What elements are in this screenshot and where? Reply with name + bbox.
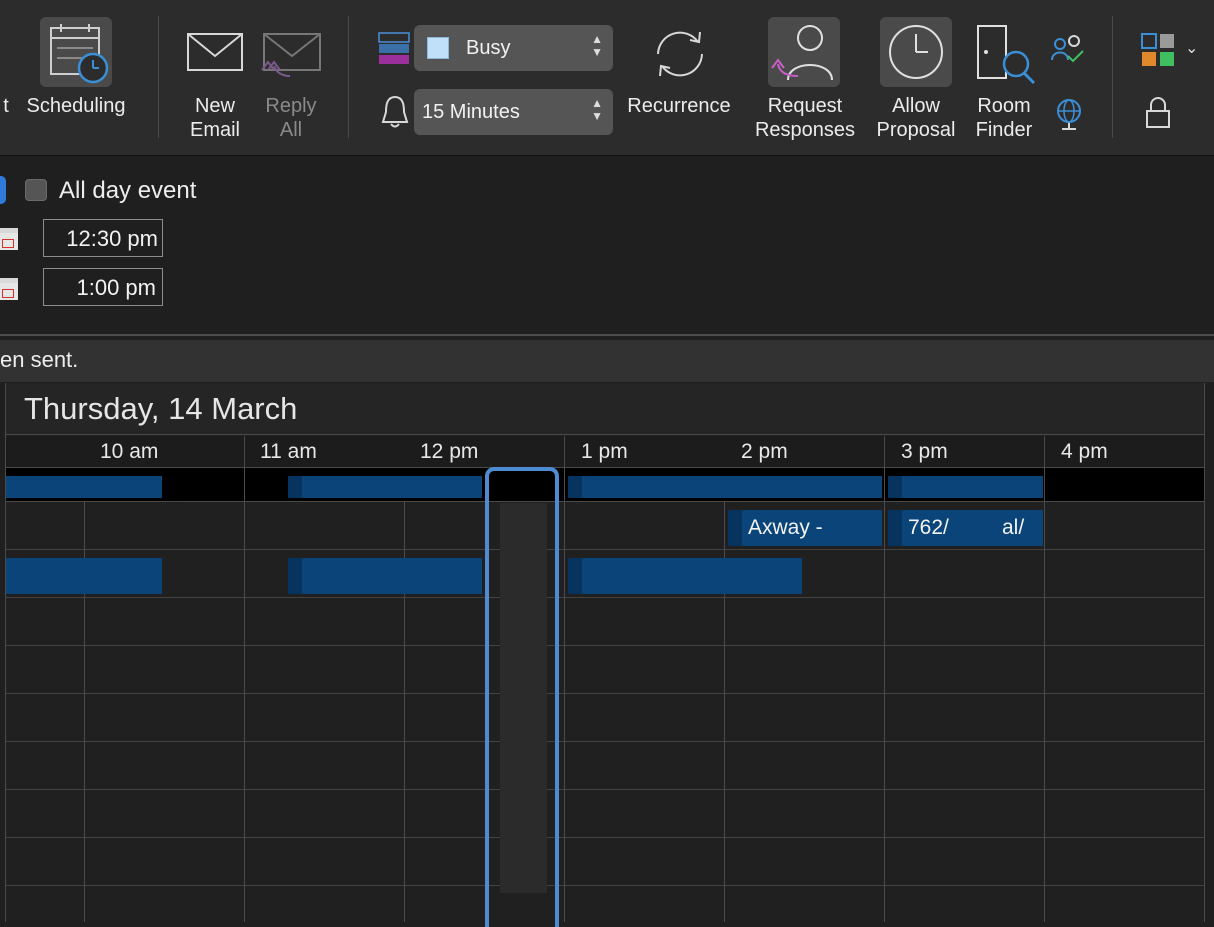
busy-block-edge [288,476,302,498]
globe-icon[interactable] [1054,98,1084,132]
row-divider [6,837,1204,838]
busy-block-edge [888,510,902,546]
reminder-dropdown[interactable]: 15 Minutes ▲ ▼ [414,89,613,135]
busy-block[interactable] [288,476,482,498]
allow-proposal-button[interactable]: Allow Proposal [868,94,964,142]
attendees-check-icon[interactable] [1050,34,1086,66]
busy-block-edge [568,558,582,594]
new-email-label-line1: New [194,95,235,117]
all-day-checkbox[interactable] [25,179,47,201]
hour-label: 10 am [100,440,159,463]
row-divider [6,741,1204,742]
busy-block-edge [728,510,742,546]
schedule-date-header: Thursday, 14 March [6,383,1204,435]
hour-label: 3 pm [901,440,948,463]
busy-block[interactable] [6,476,162,498]
scheduling-prefix-text: t [3,95,9,117]
busy-block[interactable] [568,558,802,594]
hour-label: 11 am [260,440,317,463]
chevron-down-icon[interactable]: ⌄ [1185,38,1198,58]
hour-label: 4 pm [1061,440,1108,463]
allow-proposal-label-line1: Allow [892,95,940,117]
bell-icon [381,95,409,128]
dropdown-arrows-icon: ▲ ▼ [591,32,603,59]
appointment-form: All day event 12:30 pm 1:00 pm [0,156,1214,336]
event-block[interactable]: 762/ al/ [888,510,1043,546]
reply-all-label-line1: Reply [265,95,317,117]
ribbon-separator [158,16,159,138]
hour-label: 1 pm [581,440,628,463]
room-finder-label-line2: Finder [975,119,1033,141]
ribbon-separator [348,16,349,138]
clock-icon [889,25,943,79]
new-email-label-line2: Email [189,119,240,141]
recurrence-icon[interactable] [648,24,712,84]
busy-block[interactable] [6,558,162,594]
room-finder-icon[interactable] [974,22,1038,86]
allow-proposal-label-line2: Proposal [876,119,956,141]
scheduling-icon [50,24,109,84]
column-divider [564,436,565,922]
show-as-value: Busy [466,37,511,59]
ribbon-toolbar: t Scheduling New Email Reply All Busy ▲ ▼ [0,0,1214,156]
start-date-calendar-icon[interactable] [0,228,18,250]
event-block[interactable]: Axway - [728,510,882,546]
end-date-calendar-icon[interactable] [0,278,18,300]
request-responses-label-line1: Request [767,95,843,117]
meeting-time-selection[interactable] [485,467,559,927]
blue-toggle-edge[interactable] [0,176,6,204]
show-as-icon [378,32,410,64]
info-bar: en sent. [0,340,1214,382]
end-time-field[interactable]: 1:00 pm [43,268,163,306]
scheduling-grid[interactable]: Thursday, 14 March 10 am 11 am 12 pm 1 p… [5,383,1205,927]
busy-block[interactable] [568,476,882,498]
room-finder-button[interactable]: Room Finder [966,94,1042,142]
show-as-dropdown[interactable]: Busy ▲ ▼ [414,25,613,71]
busy-block[interactable] [888,476,1043,498]
scheduling-label[interactable]: Scheduling [18,94,134,118]
event-label: 762/ [908,516,949,539]
hour-label: 2 pm [741,440,788,463]
reply-all-button[interactable]: Reply All [252,94,330,142]
row-divider [6,789,1204,790]
room-finder-label-line1: Room [977,95,1031,117]
new-email-button[interactable]: New Email [176,94,254,142]
hour-label: 12 pm [420,440,479,463]
row-divider [6,597,1204,598]
column-divider [884,436,885,922]
busy-swatch [427,37,449,59]
busy-block[interactable] [288,558,482,594]
dropdown-arrows-icon: ▲ ▼ [591,96,603,123]
row-divider [6,885,1204,886]
request-responses-button[interactable]: Request Responses [748,94,862,142]
recurrence-button[interactable]: Recurrence [618,94,740,118]
all-day-label: All day event [59,177,197,204]
reply-all-label-line2: All [279,119,303,141]
column-divider [1044,436,1045,922]
row-divider [6,645,1204,646]
column-divider [244,436,245,922]
lock-icon[interactable] [1144,96,1172,130]
event-label: Axway - [748,516,823,539]
busy-block-edge [888,476,902,498]
row-divider [6,549,1204,550]
new-email-icon[interactable] [186,32,246,74]
request-responses-icon [771,25,833,81]
reply-all-icon [261,33,321,77]
ribbon-separator [1112,16,1113,138]
start-time-field[interactable]: 12:30 pm [43,219,163,257]
busy-block-edge [568,476,582,498]
row-divider [6,693,1204,694]
categorize-icon[interactable] [1140,32,1176,68]
request-responses-label-line2: Responses [754,119,856,141]
event-label: al/ [1002,516,1025,539]
reminder-value: 15 Minutes [422,101,520,123]
info-bar-text: en sent. [0,347,79,372]
hour-header-row: 10 am 11 am 12 pm 1 pm 2 pm 3 pm 4 pm [6,436,1204,468]
busy-block-edge [288,558,302,594]
